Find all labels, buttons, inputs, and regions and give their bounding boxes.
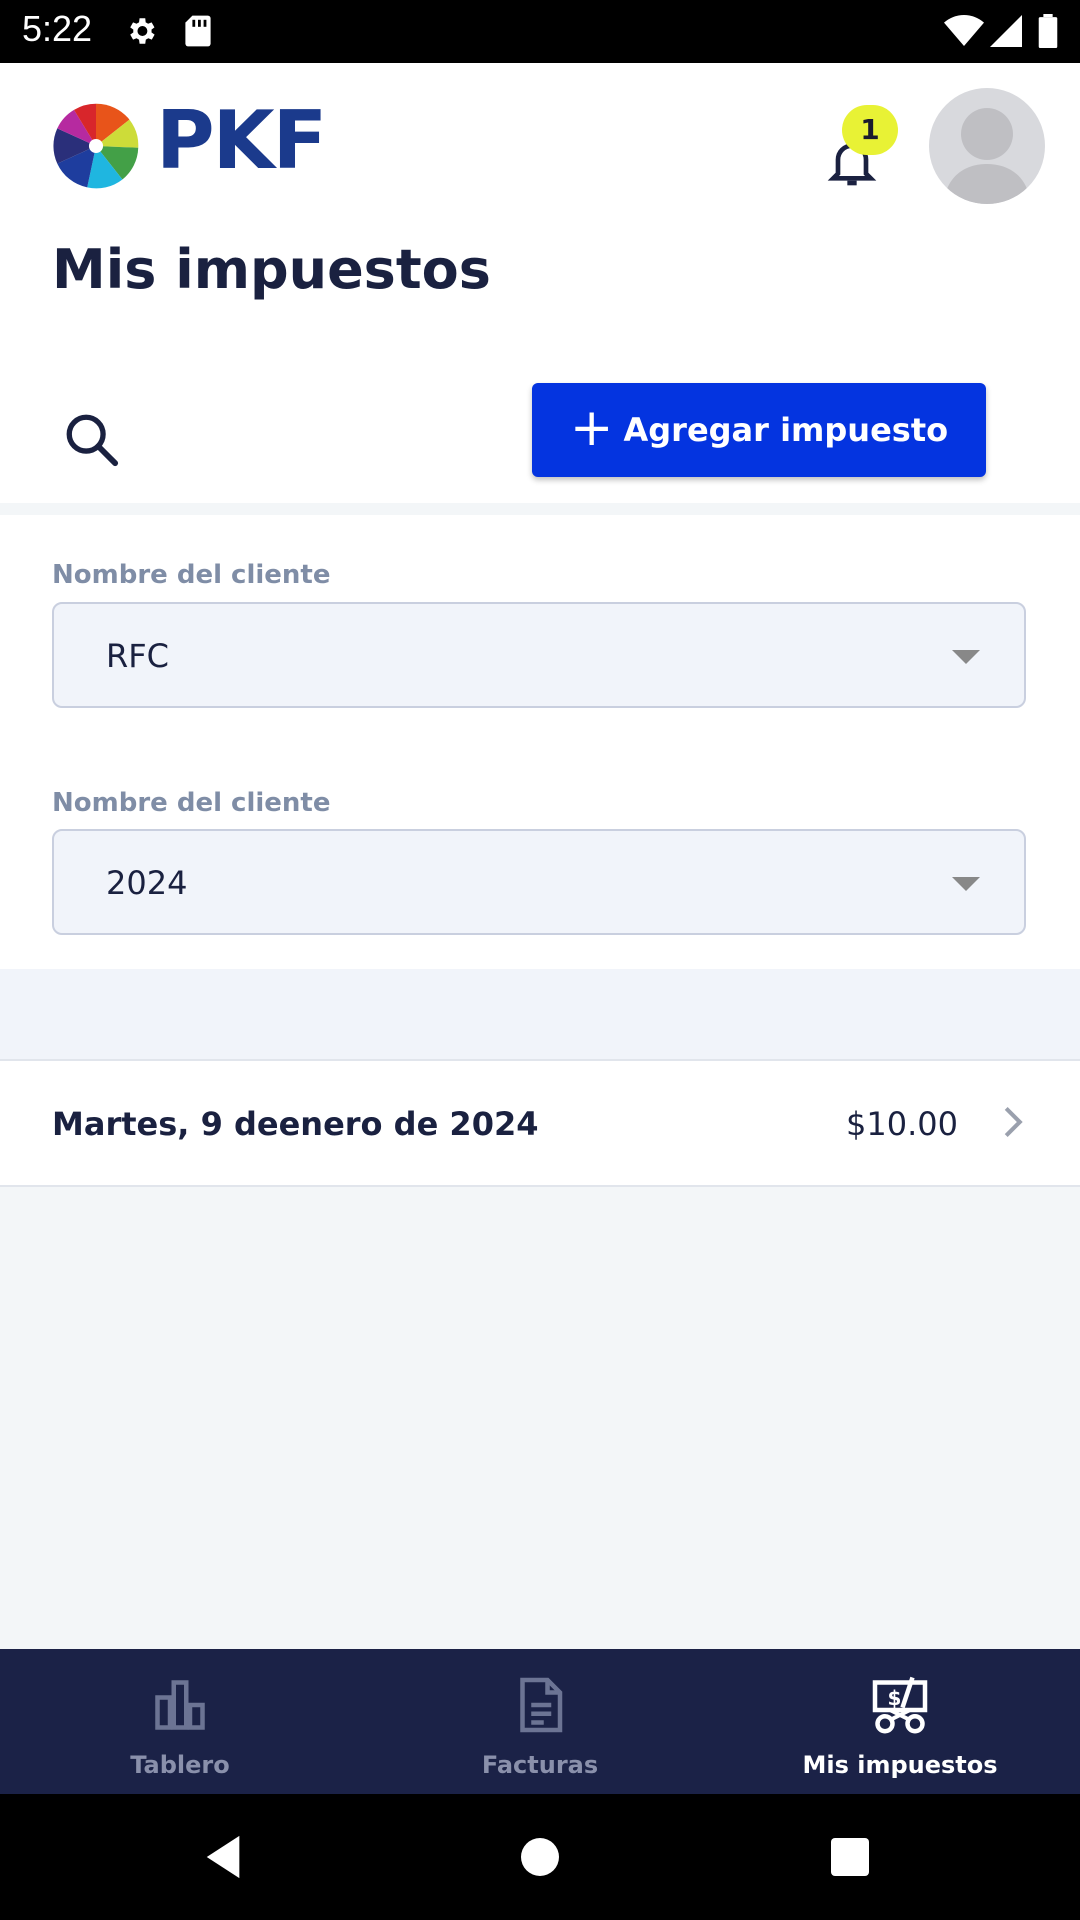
year-label: Nombre del cliente <box>52 788 331 818</box>
dropdown-caret-icon <box>952 877 980 891</box>
row-amount: $10.00 <box>846 1105 958 1143</box>
table-row[interactable]: Martes, 9 deenero de 2024 $10.00 <box>0 1059 1080 1187</box>
bar-chart-icon <box>155 1680 205 1730</box>
rfc-select[interactable]: RFC <box>52 602 1026 708</box>
recents-icon[interactable] <box>830 1837 870 1877</box>
add-tax-button[interactable]: + Agregar impuesto <box>532 383 986 477</box>
pkf-logo-icon <box>53 103 139 189</box>
nav-label-mis-impuestos: Mis impuestos <box>802 1751 998 1779</box>
list-header-band <box>0 969 1080 1059</box>
status-bar: 5:22 <box>0 0 1080 63</box>
nav-label-tablero: Tablero <box>130 1751 230 1779</box>
client-name-label: Nombre del cliente <box>52 560 331 590</box>
nav-item-mis-impuestos[interactable]: $ Mis impuestos <box>720 1649 1080 1794</box>
svg-text:$: $ <box>888 1686 902 1710</box>
chevron-right-icon <box>1004 1106 1023 1138</box>
add-tax-label: Agregar impuesto <box>623 411 949 449</box>
home-icon[interactable] <box>520 1837 560 1877</box>
tax-cart-icon: $ <box>872 1676 928 1734</box>
logo-text: PKF <box>156 94 327 187</box>
battery-icon <box>1038 14 1058 48</box>
notification-badge: 1 <box>842 105 898 155</box>
page-title: Mis impuestos <box>52 238 491 301</box>
sd-card-icon <box>185 15 211 47</box>
year-select-value: 2024 <box>106 864 188 902</box>
user-silhouette-icon <box>943 108 1031 204</box>
document-icon <box>520 1677 563 1733</box>
status-time: 5:22 <box>22 8 93 49</box>
plus-icon: + <box>569 398 614 458</box>
nav-label-facturas: Facturas <box>481 1751 599 1779</box>
wifi-icon <box>944 15 984 46</box>
settings-icon <box>130 18 155 44</box>
dropdown-caret-icon <box>952 650 980 664</box>
rfc-select-value: RFC <box>106 637 169 675</box>
signal-icon <box>990 15 1022 47</box>
search-icon[interactable] <box>62 410 120 468</box>
year-select[interactable]: 2024 <box>52 829 1026 935</box>
back-icon[interactable] <box>204 1834 244 1880</box>
row-date: Martes, 9 deenero de 2024 <box>52 1105 539 1143</box>
bottom-nav: Tablero Facturas $ Mis impuestos <box>0 1649 1080 1794</box>
avatar[interactable] <box>929 88 1045 204</box>
nav-item-tablero[interactable]: Tablero <box>0 1649 360 1794</box>
section-divider <box>0 503 1080 515</box>
system-nav-bar <box>0 1794 1080 1920</box>
nav-item-facturas[interactable]: Facturas <box>360 1649 720 1794</box>
